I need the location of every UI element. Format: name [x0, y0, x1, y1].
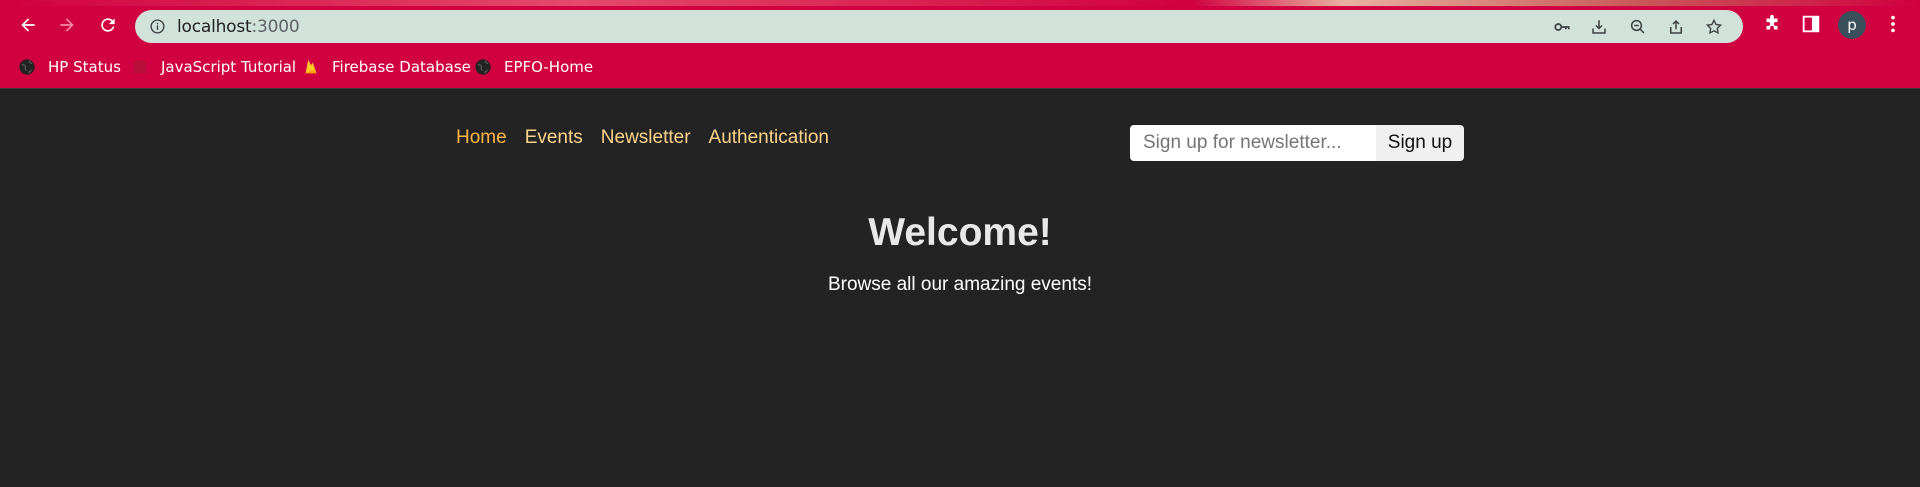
w3-favicon-icon [131, 58, 149, 76]
back-button[interactable] [13, 12, 43, 38]
share-icon[interactable] [1667, 18, 1685, 36]
nav-link-events[interactable]: Events [525, 127, 583, 149]
main-navigation: Home Events Newsletter Authentication [456, 127, 847, 149]
divider [0, 88, 1920, 89]
address-bar[interactable]: localhost:3000 [135, 10, 1743, 43]
bookmarks-bar: HP Status JavaScript Tutorial Firebase D… [0, 52, 1920, 82]
zoom-out-icon[interactable] [1629, 18, 1647, 36]
extensions-button[interactable] [1761, 13, 1783, 35]
profile-avatar[interactable]: p [1838, 11, 1866, 39]
globe-icon [18, 58, 36, 76]
info-icon[interactable] [149, 18, 166, 35]
globe-icon [474, 58, 492, 76]
nav-link-newsletter[interactable]: Newsletter [601, 127, 691, 149]
menu-button[interactable] [1882, 13, 1904, 35]
reload-button[interactable] [93, 12, 123, 38]
page-subtitle: Browse all our amazing events! [827, 274, 1092, 295]
bookmark-label: HP Status [48, 58, 121, 76]
side-panel-icon [1802, 15, 1820, 33]
newsletter-email-input[interactable] [1130, 125, 1376, 161]
newsletter-signup-form: Sign up [1130, 125, 1464, 161]
nav-link-authentication[interactable]: Authentication [709, 127, 829, 149]
arrow-right-icon [60, 18, 74, 32]
address-text[interactable]: localhost:3000 [177, 17, 300, 37]
page-title: Welcome! [868, 211, 1052, 254]
star-icon[interactable] [1705, 18, 1723, 36]
bookmark-label: Firebase Database [332, 58, 471, 76]
firebase-icon [302, 58, 320, 76]
url-port: :3000 [251, 17, 300, 37]
arrow-left-icon [21, 18, 35, 32]
bookmark-epfo-home[interactable]: EPFO-Home [474, 56, 593, 78]
key-icon[interactable] [1553, 18, 1571, 36]
bookmark-javascript-tutorial[interactable]: JavaScript Tutorial [131, 56, 296, 78]
sign-up-button[interactable]: Sign up [1376, 125, 1464, 161]
bookmark-firebase-database[interactable]: Firebase Database [302, 56, 471, 78]
url-host: localhost [177, 17, 252, 37]
reload-icon [101, 18, 115, 32]
puzzle-icon [1766, 14, 1778, 30]
install-icon[interactable] [1590, 18, 1608, 36]
forward-button[interactable] [52, 12, 82, 38]
bookmark-label: JavaScript Tutorial [161, 58, 297, 76]
browser-frame: localhost:3000 p HP Status JavaScript Tu… [0, 0, 1920, 88]
nav-link-home[interactable]: Home [456, 127, 507, 149]
tab-strip-edge [0, 0, 1920, 6]
bookmark-label: EPFO-Home [504, 58, 594, 76]
kebab-menu-icon [1891, 15, 1895, 33]
side-panel-button[interactable] [1800, 13, 1822, 35]
bookmark-hp-status[interactable]: HP Status [18, 56, 121, 78]
